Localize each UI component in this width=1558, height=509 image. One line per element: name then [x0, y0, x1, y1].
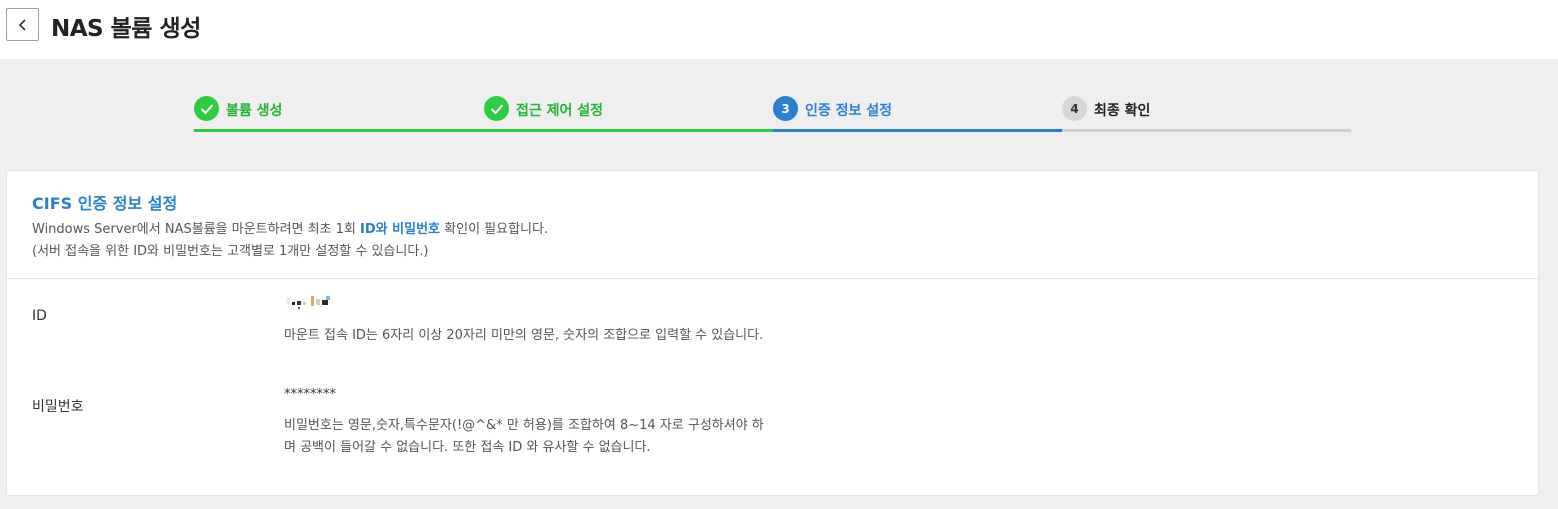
step-progress-bar	[484, 129, 773, 132]
step-volume-create: 볼륨 생성	[194, 92, 484, 132]
step-number: 4	[1062, 96, 1087, 121]
step-auth-info: 3 인증 정보 설정	[773, 92, 1062, 132]
id-value-redacted	[284, 293, 344, 309]
step-label: 최종 확인	[1094, 103, 1151, 119]
step-label: 인증 정보 설정	[805, 103, 893, 119]
check-icon	[484, 96, 509, 121]
check-icon	[194, 96, 219, 121]
cifs-auth-card: CIFS 인증 정보 설정 Windows Server에서 NAS볼륨을 마운…	[6, 170, 1539, 496]
desc-text: 확인이 필요합니다.	[440, 222, 549, 237]
id-help-text: 마운트 접속 ID는 6자리 이상 20자리 미만의 영문, 숫자의 조합으로 …	[284, 328, 764, 343]
step-final-confirm: 4 최종 확인	[1062, 92, 1351, 132]
password-help-text: 비밀번호는 영문,숫자,특수문자(!@^&* 만 허용)를 조합하여 8~14 …	[284, 418, 764, 455]
back-button[interactable]	[6, 8, 39, 41]
id-label: ID	[32, 308, 47, 324]
progress-stepper: 볼륨 생성 접근 제어 설정 3 인증 정보 설정 4 최종 확인	[194, 92, 1351, 132]
step-progress-bar	[773, 129, 1062, 132]
step-number: 3	[773, 96, 798, 121]
password-label: 비밀번호	[32, 399, 84, 415]
card-header: CIFS 인증 정보 설정 Windows Server에서 NAS볼륨을 마운…	[7, 171, 1538, 279]
password-value: ********	[284, 387, 336, 402]
step-label: 볼륨 생성	[226, 103, 283, 119]
section-title: CIFS 인증 정보 설정	[32, 194, 178, 213]
page-title: NAS 볼륨 생성	[51, 16, 201, 42]
top-header: NAS 볼륨 생성	[0, 0, 1558, 59]
chevron-left-icon	[18, 18, 26, 31]
step-progress-bar	[1062, 129, 1351, 132]
desc-text: Windows Server에서 NAS볼륨을 마운트하려면 최초 1회	[32, 222, 361, 237]
step-progress-bar	[194, 129, 484, 132]
step-access-control: 접근 제어 설정	[484, 92, 773, 132]
desc-highlight: ID와 비밀번호	[360, 222, 441, 237]
step-label: 접근 제어 설정	[516, 103, 604, 119]
section-description: Windows Server에서 NAS볼륨을 마운트하려면 최초 1회 ID와…	[32, 218, 548, 237]
section-note: (서버 접속을 위한 ID와 비밀번호는 고객별로 1개만 설정할 수 있습니다…	[32, 244, 429, 259]
